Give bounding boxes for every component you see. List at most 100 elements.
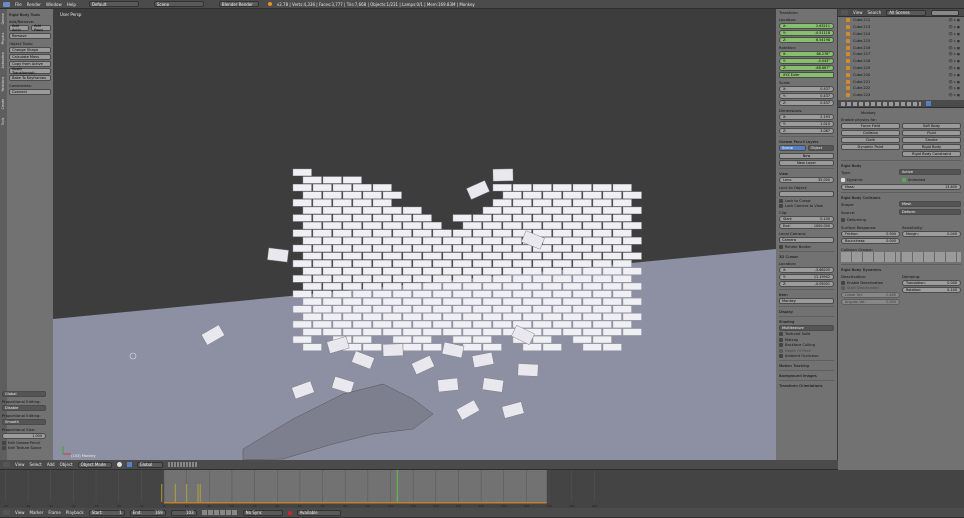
dynamics-header[interactable]: Rigid Body Dynamics — [841, 264, 961, 272]
physics-tab-icon[interactable] — [926, 101, 931, 106]
change-shape-button[interactable]: Change Shape — [9, 47, 51, 53]
layers-icon[interactable] — [167, 462, 198, 467]
outliner-view-menu[interactable]: View — [853, 10, 863, 15]
menu-add[interactable]: Add — [47, 462, 55, 467]
deforming-checkbox[interactable]: Deforming — [841, 217, 961, 222]
lock-camera-checkbox[interactable]: Lock Camera to View — [779, 204, 834, 208]
visibility-icons[interactable]: 👁 ▸ ◼ — [948, 93, 960, 97]
rotation-x[interactable]: X: 86.278° — [779, 51, 834, 57]
dynamic-checkbox[interactable]: Dynamic — [841, 177, 900, 182]
tab-animation[interactable]: Animation — [1, 52, 5, 68]
render-border-checkbox[interactable]: Render Border — [779, 244, 834, 249]
bake-keyframes-button[interactable]: Bake To Keyframes — [9, 75, 51, 81]
linear-vel-field[interactable]: Linear Vel: 0.400 — [841, 291, 900, 298]
physics-left-button[interactable]: Collision — [841, 130, 900, 136]
menu-marker[interactable]: Marker — [30, 510, 44, 515]
editor-type-icon[interactable] — [3, 1, 10, 7]
lens-field[interactable]: Lens: 35.000 — [779, 177, 834, 183]
timeline[interactable]: -70 -60 -50 -40 -30 -20 -10 0 10 20 30 40 50 60 70 80 90… — [0, 470, 964, 508]
matcap-checkbox[interactable]: Matcap — [779, 337, 834, 342]
object-button[interactable]: Object — [807, 145, 834, 151]
new-button[interactable]: New — [779, 153, 834, 159]
mass-field[interactable]: Mass: 13.600 — [841, 184, 961, 190]
remove-button[interactable]: Remove — [9, 33, 51, 39]
dimension-y[interactable]: Y: 1.010 — [779, 121, 834, 127]
grease-pencil-header[interactable]: Grease Pencil Layers — [779, 136, 834, 144]
shading-mode-select[interactable]: Multitexture — [779, 324, 834, 331]
visibility-icons[interactable]: 👁 ▸ ◼ — [948, 46, 960, 50]
shading-icon[interactable] — [116, 462, 122, 467]
visibility-icons[interactable]: 👁 ▸ ◼ — [948, 66, 960, 70]
menu-object[interactable]: Object — [60, 462, 73, 467]
properties-tabs[interactable] — [838, 100, 964, 108]
prop-size-field[interactable]: 1.000 — [2, 433, 46, 439]
connect-button[interactable]: Connect — [9, 89, 51, 95]
end-frame-field[interactable]: End: 169 — [129, 509, 166, 516]
lock-object-field[interactable] — [779, 191, 834, 197]
bounciness-field[interactable]: Bounciness: 0.000 — [841, 238, 900, 244]
mode-select[interactable]: Object Mode — [77, 461, 112, 468]
dimension-x[interactable]: X: 2.193 — [779, 114, 834, 120]
transform-orientations-header[interactable]: Transform Orientations — [779, 380, 834, 388]
layout-select[interactable]: Default — [88, 1, 139, 7]
3d-viewport[interactable]: User Persp (103) Monkey — [53, 9, 776, 460]
angular-vel-field[interactable]: Angular Vel: 0.500 — [841, 298, 900, 305]
outliner-item[interactable]: Cube.220 👁 ▸ ◼ — [838, 71, 964, 78]
outliner-type-icon[interactable] — [841, 10, 848, 15]
outliner-item[interactable]: Cube.222 👁 ▸ ◼ — [838, 85, 964, 92]
playback-controls[interactable] — [201, 510, 238, 515]
panel-title[interactable]: Rigid Body Tools — [9, 12, 51, 17]
scale-y[interactable]: Y: 0.437 — [779, 93, 834, 99]
physics-right-button[interactable]: Fluid — [902, 130, 961, 136]
outliner-search-input[interactable] — [931, 9, 960, 16]
rotation-mode-select[interactable]: XYZ Euler — [779, 72, 834, 78]
location-z[interactable]: Z: 6.54198 — [779, 37, 834, 43]
record-icon[interactable] — [287, 510, 292, 515]
visibility-icons[interactable]: 👁 ▸ ◼ — [948, 39, 960, 43]
add-passive-button[interactable]: Add Passi — [31, 24, 51, 32]
transform-orientation-select[interactable]: Global — [136, 461, 163, 468]
outliner-search-menu[interactable]: Search — [868, 10, 882, 15]
prop-falloff-select[interactable]: Smooth — [2, 419, 46, 425]
cursor-x[interactable]: X: -3.66205 — [779, 266, 834, 273]
editor-type-icon[interactable] — [3, 462, 10, 467]
sync-select[interactable]: No Sync — [242, 509, 283, 516]
visibility-icons[interactable]: 👁 ▸ ◼ — [948, 86, 960, 90]
location-x[interactable]: X: 2.63211 — [779, 23, 834, 29]
visibility-icons[interactable]: 👁 ▸ ◼ — [948, 52, 960, 56]
3d-cursor-header[interactable]: 3D Cursor — [779, 250, 834, 259]
add-active-button[interactable]: Add Activ — [9, 24, 29, 32]
source-select[interactable]: Deform — [899, 209, 961, 215]
outliner-item[interactable]: Cube.221 👁 ▸ ◼ — [838, 78, 964, 85]
scale-x[interactable]: X: 0.437 — [779, 86, 834, 92]
visibility-icons[interactable]: 👁 ▸ ◼ — [948, 25, 960, 29]
visibility-icons[interactable]: 👁 ▸ ◼ — [948, 32, 960, 36]
dimension-z[interactable]: Z: 3.087 — [779, 128, 834, 134]
menu-select[interactable]: Select — [30, 462, 42, 467]
outliner-filter-select[interactable]: All Scenes — [886, 9, 927, 16]
rotation-y[interactable]: Y: -0.043° — [779, 58, 834, 64]
outliner-item[interactable]: Cube.213 👁 ▸ ◼ — [838, 24, 964, 31]
prop-edit-select[interactable]: Disable — [2, 405, 46, 411]
new-layer-button[interactable]: New Layer — [779, 160, 834, 166]
cursor-y[interactable]: Y: 11.19942 — [779, 273, 834, 280]
menu-playback[interactable]: Playback — [66, 510, 84, 515]
keying-set-select[interactable]: Available — [296, 509, 341, 516]
physics-right-button[interactable]: Rigid Body Constraint — [902, 151, 961, 157]
item-name-field[interactable]: Monkey — [779, 297, 834, 304]
manipulator-icon[interactable] — [126, 462, 132, 467]
editor-type-icon[interactable] — [3, 510, 10, 515]
scene-button[interactable]: Scene — [779, 145, 806, 151]
collisions-header[interactable]: Rigid Body Collisions — [841, 192, 961, 200]
type-select[interactable]: Active — [899, 169, 961, 175]
transform-header[interactable]: Transform — [779, 10, 834, 15]
timeline-graph[interactable]: -70 -60 -50 -40 -30 -20 -10 0 10 20 30 40 50 60 70 80 90… — [0, 470, 964, 508]
location-y[interactable]: Y: -0.51118 — [779, 30, 834, 36]
edit-texture-space-checkbox[interactable]: Edit Texture Space — [2, 446, 46, 450]
background-images-header[interactable]: Background Images — [779, 370, 834, 378]
tab-grease[interactable]: Grease — [1, 13, 5, 24]
tab-physics[interactable]: Physics — [1, 32, 5, 44]
margin-field[interactable]: Margin: 0.040 — [902, 231, 961, 237]
menu-view[interactable]: View — [15, 510, 25, 515]
translation-damping-field[interactable]: Translation: 0.040 — [902, 280, 961, 286]
